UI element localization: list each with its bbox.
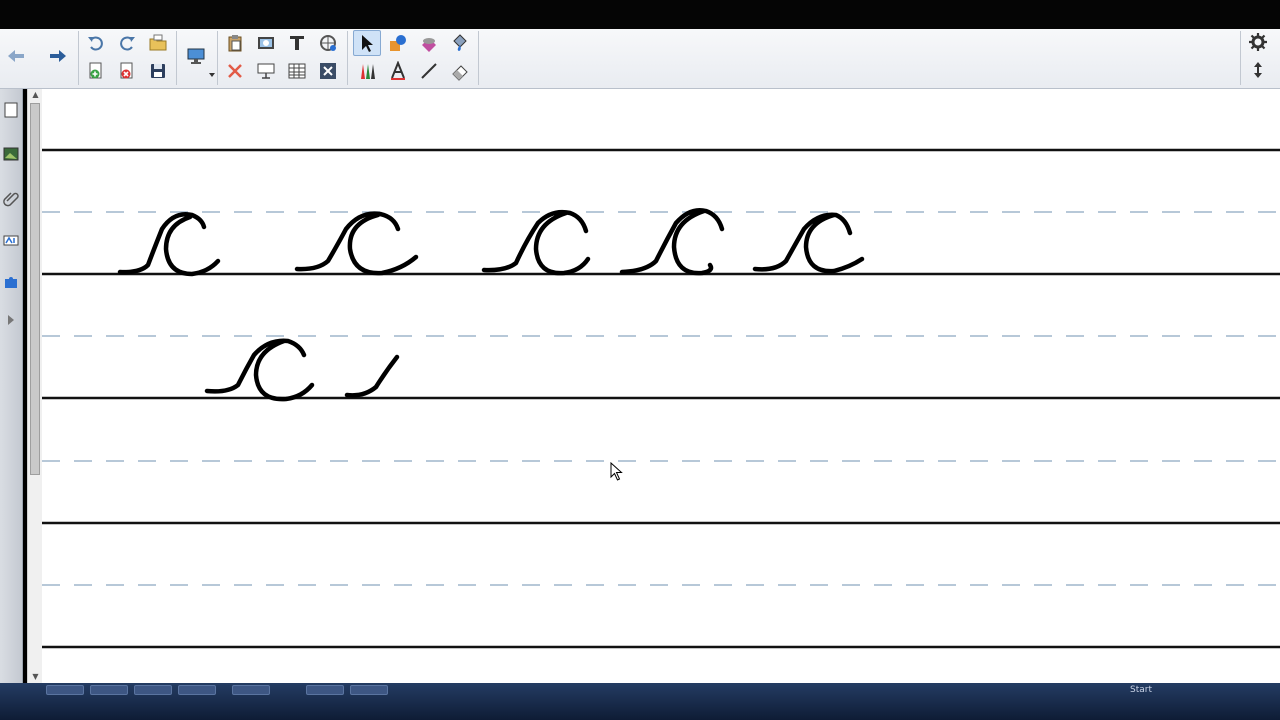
open-folder-icon[interactable] — [144, 30, 172, 56]
handwritten-c — [117, 212, 221, 277]
screen-display-icon[interactable] — [182, 43, 210, 69]
paste-icon[interactable] — [221, 30, 249, 56]
save-icon[interactable] — [144, 58, 172, 84]
vertical-scrollbar[interactable]: ▲ ▼ — [27, 89, 43, 683]
toolbar-separator — [478, 31, 479, 85]
scroll-up-icon[interactable]: ▲ — [28, 89, 43, 101]
guideline-row — [42, 584, 1280, 649]
taskbar-button[interactable] — [178, 685, 216, 695]
dropdown-caret-icon[interactable] — [209, 73, 215, 77]
delete-page-icon[interactable] — [113, 58, 141, 84]
text-tool-icon[interactable] — [283, 30, 311, 56]
forward-arrow-icon[interactable] — [43, 41, 73, 71]
handwritten-partial-stroke — [344, 354, 400, 398]
whiteboard-canvas[interactable] — [42, 89, 1280, 683]
toolbar-separator — [78, 31, 79, 85]
shapes-icon[interactable] — [384, 30, 412, 56]
taskbar-button[interactable] — [134, 685, 172, 695]
text-a-icon[interactable] — [384, 58, 412, 84]
taskbar-button[interactable] — [46, 685, 84, 695]
move-toolbar-icon[interactable] — [1244, 57, 1272, 83]
toolbar-separator — [217, 31, 218, 85]
fill-bucket-icon[interactable] — [446, 30, 474, 56]
window-top-bar — [0, 0, 1280, 29]
magic-pen-icon[interactable] — [314, 30, 342, 56]
eraser-fill-icon[interactable] — [415, 30, 443, 56]
windows-taskbar: Start — [0, 683, 1280, 720]
taskbar-button[interactable] — [90, 685, 128, 695]
handwritten-c — [619, 208, 725, 276]
handwritten-c — [752, 212, 865, 274]
close-box-icon[interactable] — [314, 58, 342, 84]
back-arrow-icon[interactable] — [1, 41, 31, 71]
toolbar-separator — [1240, 31, 1241, 85]
taskbar-button[interactable] — [306, 685, 344, 695]
toolbar-separator — [347, 31, 348, 85]
eraser-icon[interactable] — [446, 58, 474, 84]
page-sorter-icon[interactable] — [1, 95, 21, 125]
line-icon[interactable] — [415, 58, 443, 84]
toolbar-separator — [176, 31, 177, 85]
add-page-icon[interactable] — [82, 58, 110, 84]
redo-icon[interactable] — [113, 30, 141, 56]
scrollbar-thumb[interactable] — [30, 103, 40, 475]
attachments-icon[interactable] — [1, 183, 21, 213]
notebook-toolbar — [0, 29, 1280, 89]
collapse-icon[interactable] — [1, 305, 21, 335]
handwritten-c — [294, 211, 419, 276]
scroll-down-icon[interactable]: ▼ — [28, 671, 43, 683]
tray-text: Start — [1130, 685, 1152, 695]
table-icon[interactable] — [283, 58, 311, 84]
mouse-cursor-icon — [610, 462, 623, 481]
clear-icon[interactable] — [221, 58, 249, 84]
taskbar-button[interactable] — [350, 685, 388, 695]
guideline-row — [42, 460, 1280, 525]
gallery-icon[interactable] — [1, 139, 21, 169]
capture-icon[interactable] — [252, 30, 280, 56]
properties-icon[interactable] — [1, 225, 21, 255]
undo-icon[interactable] — [82, 30, 110, 56]
pens-icon[interactable] — [353, 58, 381, 84]
taskbar-button[interactable] — [232, 685, 270, 695]
addons-icon[interactable] — [1, 267, 21, 297]
gear-icon[interactable] — [1244, 29, 1272, 55]
handwritten-c — [481, 209, 591, 276]
side-tab-bar — [0, 89, 23, 683]
screen-shade-icon[interactable] — [252, 58, 280, 84]
handwritten-c — [204, 338, 315, 402]
select-pointer-icon[interactable] — [353, 30, 381, 56]
handwriting-lines — [42, 148, 1280, 649]
